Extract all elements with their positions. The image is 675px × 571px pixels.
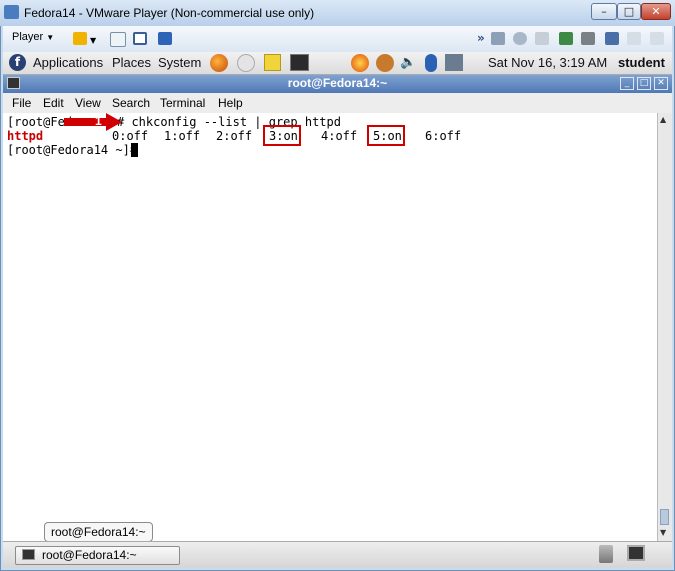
taskbar-window-button[interactable]: root@Fedora14:~: [15, 546, 180, 565]
terminal-window-icon: [22, 549, 35, 560]
workspace-switcher-icon[interactable]: [627, 545, 645, 561]
annotation-step-number: 1: [95, 114, 102, 128]
gnome-bottom-panel: root@Fedora14:~: [3, 541, 672, 568]
menu-edit[interactable]: Edit: [43, 96, 64, 110]
gnome-top-panel: f Applications Places System 🔈 Sat Nov 1…: [3, 52, 672, 75]
applications-menu[interactable]: Applications: [33, 55, 103, 70]
vmware-app-icon: [4, 5, 19, 19]
face-icon[interactable]: [376, 54, 394, 72]
mail-icon[interactable]: [237, 54, 255, 72]
menu-terminal[interactable]: Terminal: [160, 96, 205, 110]
network-status-icon[interactable]: [445, 54, 463, 71]
system-menu[interactable]: System: [158, 55, 201, 70]
terminal-titlebar[interactable]: root@Fedora14:~ _ □ ✕: [3, 75, 672, 93]
more-chevron-icon[interactable]: »: [477, 31, 485, 45]
runlevel-6: 6:off: [425, 129, 462, 143]
message-icon[interactable]: [650, 32, 664, 45]
chevron-down-icon[interactable]: ▼: [90, 36, 96, 45]
terminal-output[interactable]: [root@Fed # chkconfig --list | grep http…: [3, 113, 657, 541]
minimize-icon[interactable]: _: [620, 77, 634, 90]
runlevel-0: 0:off: [112, 129, 149, 143]
menu-search[interactable]: Search: [112, 96, 150, 110]
menu-help[interactable]: Help: [218, 96, 243, 110]
unity-icon[interactable]: [158, 32, 172, 45]
update-alert-icon[interactable]: [351, 54, 369, 72]
network-icon[interactable]: [110, 32, 126, 47]
terminal-scrollbar[interactable]: ▲ ▼: [657, 113, 672, 541]
highlight-box-runlevel-5: [367, 125, 405, 146]
close-icon[interactable]: ✕: [641, 3, 671, 20]
fullscreen-icon[interactable]: [133, 32, 147, 45]
places-menu[interactable]: Places: [112, 55, 151, 70]
runlevel-4: 4:off: [321, 129, 358, 143]
scroll-down-icon[interactable]: ▼: [660, 528, 666, 537]
scrollbar-thumb[interactable]: [660, 509, 669, 525]
taskbar-window-label: root@Fedora14:~: [42, 548, 137, 562]
terminal-launcher-icon[interactable]: [290, 54, 309, 71]
bluetooth-icon[interactable]: [425, 54, 437, 72]
maximize-icon[interactable]: □: [617, 3, 641, 20]
highlight-box-runlevel-3: [263, 125, 301, 146]
maximize-icon[interactable]: □: [637, 77, 651, 90]
menu-view[interactable]: View: [75, 96, 101, 110]
runlevel-1: 1:off: [164, 129, 201, 143]
chevron-down-icon: ▼: [46, 33, 55, 42]
usb-icon[interactable]: [605, 32, 619, 45]
text-cursor: [131, 143, 138, 157]
terminal-title: root@Fedora14:~: [287, 76, 388, 90]
player-menu-label: Player: [12, 31, 44, 43]
minimize-icon[interactable]: –: [591, 3, 617, 20]
floppy-icon[interactable]: [535, 32, 549, 45]
firefox-icon[interactable]: [210, 54, 228, 72]
user-name[interactable]: student: [618, 55, 665, 70]
cd-drive-icon[interactable]: [513, 32, 527, 45]
printer-icon[interactable]: [581, 32, 595, 45]
network-adapter-icon[interactable]: [559, 32, 573, 45]
hard-disk-icon[interactable]: [491, 32, 505, 45]
close-icon[interactable]: ✕: [654, 77, 668, 90]
terminal-menubar: File Edit View Search Terminal Help: [3, 93, 672, 114]
volume-icon[interactable]: 🔈: [400, 55, 416, 70]
scroll-up-icon[interactable]: ▲: [660, 115, 666, 124]
pause-icon[interactable]: [73, 32, 87, 45]
taskbar-tooltip: root@Fedora14:~: [44, 522, 153, 542]
clock[interactable]: Sat Nov 16, 3:19 AM: [488, 55, 607, 70]
service-name: httpd: [7, 129, 44, 143]
command-prompt-start: [root@Fed: [7, 115, 73, 129]
trash-icon[interactable]: [599, 545, 613, 563]
player-menu-button[interactable]: Player ▼: [12, 31, 54, 43]
sound-card-icon[interactable]: [627, 32, 641, 45]
menu-file[interactable]: File: [12, 96, 31, 110]
vmware-titlebar[interactable]: Fedora14 - VMware Player (Non-commercial…: [0, 0, 675, 26]
vmware-toolbar: Player ▼ ▼ »: [3, 26, 672, 53]
vmware-title: Fedora14 - VMware Player (Non-commercial…: [24, 6, 315, 20]
text-editor-icon[interactable]: [264, 54, 281, 71]
command-text: # chkconfig --list | grep httpd: [117, 115, 341, 129]
fedora-logo-icon: f: [9, 54, 26, 71]
shell-prompt: [root@Fedora14 ~]#: [7, 143, 138, 157]
runlevel-2: 2:off: [216, 129, 253, 143]
